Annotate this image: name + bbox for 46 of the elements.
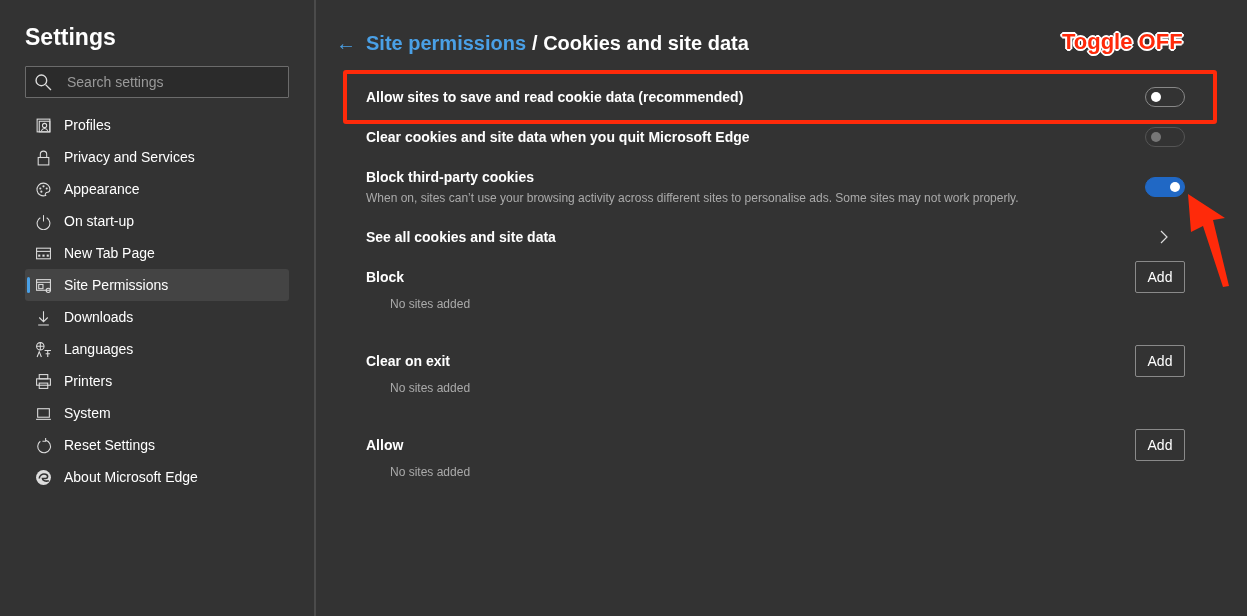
selection-indicator: [27, 277, 30, 293]
add-button[interactable]: Add: [1135, 345, 1185, 377]
back-arrow[interactable]: ←: [336, 31, 360, 55]
lock-icon: [35, 148, 52, 166]
sidebar-item[interactable]: Profiles: [25, 109, 289, 141]
section-title: Block: [366, 269, 405, 285]
add-button[interactable]: Add: [1135, 261, 1185, 293]
toggle-switch[interactable]: [1145, 177, 1185, 197]
search-icon: [35, 74, 52, 91]
empty-message: No sites added: [390, 465, 471, 479]
empty-message: No sites added: [390, 297, 471, 311]
sidebar-item[interactable]: Languages: [25, 333, 289, 365]
power-icon: [35, 212, 52, 230]
palette-icon: [35, 180, 52, 198]
setting-label: Clear cookies and site data when you quit Microsoft Edge: [366, 129, 750, 145]
setting-label: Block third-party cookies: [366, 169, 536, 185]
setting-label: Allow sites to save and read cookie data (recommended): [366, 89, 744, 105]
breadcrumb-link[interactable]: Site permissions: [366, 31, 527, 55]
section-title: Clear on exit: [366, 353, 451, 369]
sidebar-item[interactable]: System: [25, 397, 289, 429]
sidebar-title: Settings: [25, 24, 117, 51]
languages-icon: [35, 340, 52, 358]
reset-icon: [35, 436, 52, 454]
sidebar-item[interactable]: Privacy and Services: [25, 141, 289, 173]
setting-label[interactable]: See all cookies and site data: [366, 229, 556, 245]
add-button[interactable]: Add: [1135, 429, 1185, 461]
sidebar-item[interactable]: Printers: [25, 365, 289, 397]
profile-icon: [35, 116, 52, 134]
site-permissions-icon: [35, 276, 52, 294]
sidebar-item[interactable]: Downloads: [25, 301, 289, 333]
empty-message: No sites added: [390, 381, 471, 395]
edge-logo-icon: [35, 468, 52, 486]
sidebar-item[interactable]: Reset Settings: [25, 429, 289, 461]
page-title: / Cookies and site data: [532, 31, 749, 55]
download-icon: [35, 308, 52, 326]
printer-icon: [35, 372, 52, 390]
sidebar-item[interactable]: On start-up: [25, 205, 289, 237]
setting-description: When on, sites can’t use your browsing activity across different sites to personalise ads. Some sites may not work properly.: [366, 191, 1019, 205]
sidebar-item[interactable]: About Microsoft Edge: [25, 461, 289, 493]
sidebar-item[interactable]: Appearance: [25, 173, 289, 205]
chevron-right-icon[interactable]: [1159, 230, 1169, 244]
search-field[interactable]: Search settings: [25, 66, 289, 98]
sidebar-item[interactable]: Site Permissions: [25, 269, 289, 301]
section-title: Allow: [366, 437, 404, 453]
annotation-text: Toggle OFF: [1062, 29, 1183, 55]
sidebar-item[interactable]: New Tab Page: [25, 237, 289, 269]
